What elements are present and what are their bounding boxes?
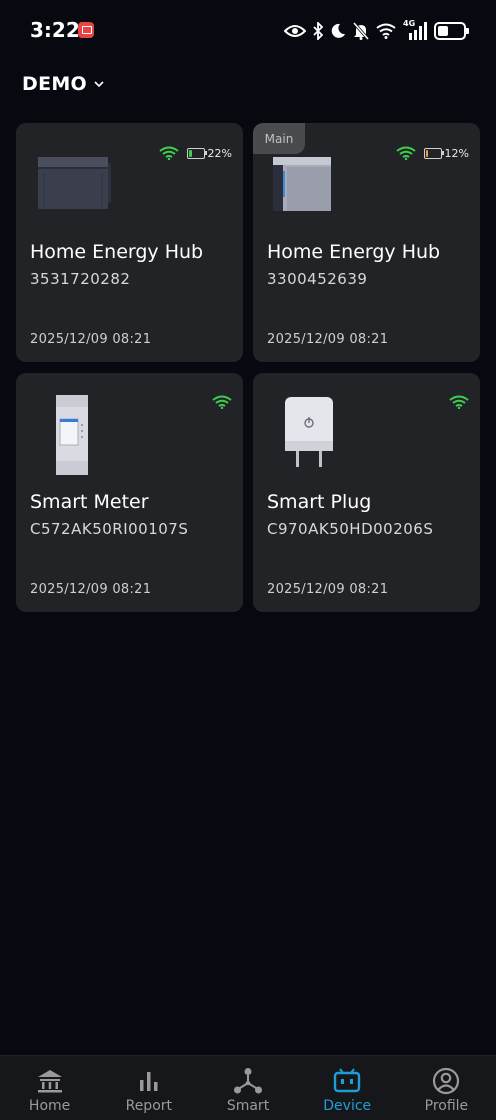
moon-icon bbox=[331, 23, 345, 38]
bluetooth-icon bbox=[313, 22, 323, 40]
nav-label: Home bbox=[28, 1098, 71, 1114]
energy-hub-image bbox=[273, 157, 331, 211]
wifi-icon bbox=[158, 146, 179, 160]
status-bar: 3:22 4G bbox=[0, 0, 496, 60]
battery-percent: 22% bbox=[207, 146, 232, 160]
nav-profile[interactable]: Profile bbox=[397, 1056, 496, 1120]
profile-icon bbox=[433, 1067, 460, 1095]
device-name: Home Energy Hub bbox=[267, 241, 441, 263]
nav-label: Report bbox=[125, 1098, 173, 1114]
device-name: Smart Plug bbox=[267, 491, 372, 513]
smart-icon bbox=[234, 1068, 262, 1094]
device-card[interactable]: Main 12% Home Energy Hub 3300452639 2025… bbox=[253, 123, 480, 362]
nav-label: Device bbox=[323, 1098, 372, 1114]
wifi-icon bbox=[449, 395, 469, 409]
device-timestamp: 2025/12/09 08:21 bbox=[267, 332, 389, 347]
main-badge: Main bbox=[253, 123, 305, 154]
nav-home[interactable]: Home bbox=[0, 1056, 99, 1120]
battery-icon bbox=[186, 147, 208, 159]
report-icon bbox=[139, 1072, 158, 1091]
nav-label: Smart bbox=[226, 1098, 270, 1114]
card-status bbox=[212, 394, 232, 410]
cellular-signal: 4G bbox=[403, 19, 427, 41]
device-card[interactable]: Smart Meter C572AK50RI00107S 2025/12/09 … bbox=[16, 373, 243, 612]
signal-bars-icon bbox=[409, 22, 427, 40]
muted-bell-icon bbox=[353, 22, 369, 40]
device-timestamp: 2025/12/09 08:21 bbox=[30, 582, 152, 597]
card-status: 12% bbox=[395, 145, 469, 161]
home-icon bbox=[37, 1070, 62, 1093]
notification-app-icon bbox=[78, 22, 94, 38]
chevron-down-icon bbox=[94, 81, 104, 88]
status-time: 3:22 bbox=[30, 18, 80, 42]
device-name: Home Energy Hub bbox=[30, 241, 204, 263]
home-name: DEMO bbox=[22, 73, 88, 95]
nav-device[interactable]: Device bbox=[298, 1056, 397, 1120]
wifi-icon bbox=[212, 395, 232, 409]
device-card[interactable]: 22% Home Energy Hub 3531720282 2025/12/0… bbox=[16, 123, 243, 362]
smart-meter-image bbox=[56, 395, 88, 475]
battery-icon bbox=[434, 22, 469, 40]
device-serial: C572AK50RI00107S bbox=[30, 520, 189, 538]
device-serial: 3300452639 bbox=[267, 270, 368, 288]
wifi-icon bbox=[395, 146, 416, 160]
nav-smart[interactable]: Smart bbox=[198, 1056, 297, 1120]
battery-icon bbox=[423, 147, 445, 159]
energy-hub-image bbox=[38, 157, 111, 209]
nav-report[interactable]: Report bbox=[99, 1056, 198, 1120]
device-icon bbox=[334, 1068, 361, 1093]
device-grid: 22% Home Energy Hub 3531720282 2025/12/0… bbox=[16, 123, 480, 612]
status-icons: 4G bbox=[284, 19, 469, 42]
device-card[interactable]: Smart Plug C970AK50HD00206S 2025/12/09 0… bbox=[253, 373, 480, 612]
card-status: 22% bbox=[158, 145, 232, 161]
eye-icon bbox=[284, 25, 306, 37]
device-timestamp: 2025/12/09 08:21 bbox=[267, 582, 389, 597]
home-selector[interactable]: DEMO bbox=[22, 72, 105, 96]
device-timestamp: 2025/12/09 08:21 bbox=[30, 332, 152, 347]
bottom-nav: Home Report Smart Device Profile bbox=[0, 1055, 496, 1120]
card-status bbox=[449, 394, 469, 410]
device-serial: C970AK50HD00206S bbox=[267, 520, 434, 538]
battery-percent: 12% bbox=[444, 146, 469, 160]
device-name: Smart Meter bbox=[30, 491, 149, 513]
nav-label: Profile bbox=[424, 1098, 469, 1114]
smart-plug-image bbox=[285, 397, 333, 467]
device-serial: 3531720282 bbox=[30, 270, 131, 288]
wifi-icon bbox=[376, 23, 396, 39]
